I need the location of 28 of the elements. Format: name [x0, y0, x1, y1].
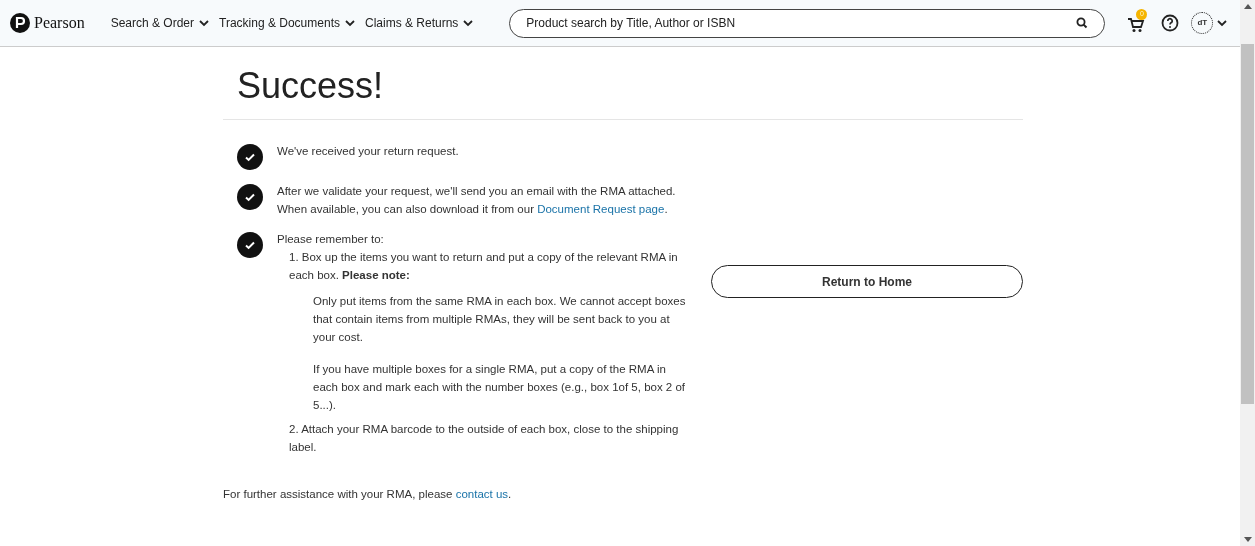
chevron-down-icon: [1217, 19, 1228, 27]
check-icon: [237, 144, 263, 170]
chevron-down-icon: [463, 19, 474, 27]
check-icon: [237, 232, 263, 258]
scroll-thumb[interactable]: [1241, 44, 1254, 404]
instruction-text: 1. Box up the items you want to return and put a copy of the relevant RMA in each box. Please note:: [289, 250, 679, 283]
brand-name: Pearson: [34, 13, 85, 33]
logo-icon: [10, 13, 30, 33]
step-text: Please remember to:: [277, 232, 385, 247]
step-text: We've received your return request.: [277, 144, 459, 159]
note-text: Only put items from the same RMA in each box. We cannot accept boxes that contain items from multiple RMAs, they will be sent back to you at your cost.: [313, 294, 687, 345]
nav-menu[interactable]: Tracking & Documents: [219, 14, 355, 32]
note-text: If you have multiple boxes for a single RMA, put a copy of the RMA in each box and mark each with the number boxes (e.g., box 1of 5, box 2 of 5...).: [313, 362, 687, 413]
page-title: Success!: [237, 66, 384, 106]
search-field[interactable]: Product search by Title, Author or ISBN: [509, 8, 1106, 38]
assistance-text: For further assistance with your RMA, please contact us.: [223, 487, 512, 502]
check-icon: [237, 184, 263, 210]
chevron-down-icon: [199, 19, 210, 27]
instruction-text: 2. Attach your RMA barcode to the outside of each box, close to the shipping label.: [289, 422, 680, 455]
return-home-button[interactable]: Return to Home: [711, 265, 1023, 298]
scroll-up-icon[interactable]: [1243, 4, 1252, 9]
scroll-down-icon[interactable]: [1243, 537, 1252, 542]
search-icon: [1076, 17, 1089, 29]
nav-menu[interactable]: Claims & Returns: [364, 14, 474, 32]
help-icon[interactable]: [1161, 14, 1180, 32]
step-text: After we validate your request, we'll send you an email with the RMA attached. When available, you can also download it from our Document Request page.: [277, 184, 677, 217]
chevron-down-icon: [344, 19, 355, 27]
nav-menu[interactable]: Search & Order: [110, 14, 210, 32]
